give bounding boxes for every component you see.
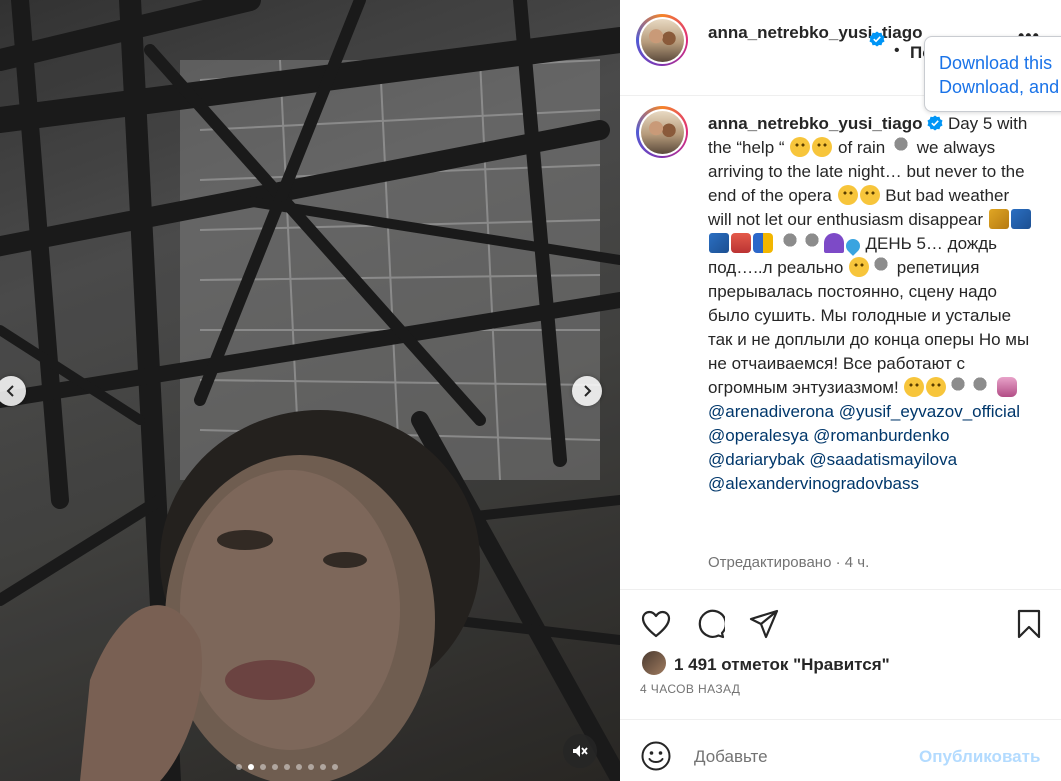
post-time[interactable]: 4 ЧАСОВ НАЗАД [640, 682, 740, 696]
carousel-dot [320, 764, 326, 770]
share-button[interactable] [747, 607, 781, 641]
post-caption: anna_netrebko_yusi_tiago Day 5 with the … [620, 96, 1061, 590]
like-button[interactable] [639, 607, 673, 641]
steam-face-emoji-icon [926, 377, 947, 397]
comment-button[interactable] [693, 607, 727, 641]
comment-icon [698, 609, 725, 639]
header-separator: • [894, 42, 900, 59]
rain-cloud-emoji-icon [948, 377, 969, 397]
drum-emoji-icon [731, 233, 751, 253]
mention-link[interactable]: @dariarybak [708, 450, 805, 469]
storm-cloud-emoji-icon [779, 233, 800, 253]
avatar-photo [640, 18, 684, 62]
weary-face-emoji-icon [904, 377, 925, 397]
verified-badge-icon [927, 115, 943, 131]
publish-button[interactable]: Опубликовать [919, 747, 1040, 767]
caption-text: anna_netrebko_yusi_tiago Day 5 with the … [708, 112, 1036, 496]
bookmark-icon [1017, 609, 1041, 639]
steam-face-emoji-icon [837, 185, 858, 205]
rain-cloud-emoji-icon [801, 233, 822, 253]
carousel-indicator [236, 764, 338, 770]
laughing-face-emoji-icon [849, 257, 870, 277]
storm-cloud-emoji-icon [871, 257, 892, 277]
verified-badge-icon [869, 31, 885, 47]
next-slide-button[interactable] [572, 376, 602, 406]
video-frame [0, 0, 620, 781]
rain-cloud-emoji-icon [891, 137, 911, 157]
post-actions: 1 491 отметок "Нравится" 4 ЧАСОВ НАЗАД [620, 590, 1061, 720]
comment-input[interactable] [694, 744, 904, 770]
save-button[interactable] [1012, 607, 1046, 641]
treble-clef-emoji-icon [709, 233, 729, 253]
trumpet-emoji-icon [988, 209, 1009, 229]
heart-icon [641, 610, 671, 638]
caption-avatar[interactable] [636, 106, 688, 158]
eye-roll-emoji-icon [790, 137, 811, 157]
mute-toggle-button[interactable] [563, 734, 597, 768]
mention-link[interactable]: @alexandervinogradovbass [708, 474, 919, 493]
umbrella-emoji-icon [823, 233, 844, 253]
carousel-dot [332, 764, 338, 770]
mention-link[interactable]: @romanburdenko [813, 426, 949, 445]
treble-clef-emoji-icon [1010, 209, 1031, 229]
carousel-dot [284, 764, 290, 770]
shrug-emoji-icon [997, 377, 1018, 397]
header-username[interactable]: anna_netrebko_yusi_tiago [708, 21, 922, 44]
carousel-dot [296, 764, 302, 770]
caption-segment: of rain [838, 138, 886, 157]
storm-cloud-emoji-icon [970, 377, 991, 397]
mention-link[interactable]: @yusif_eyvazov_official [839, 402, 1020, 421]
avatar[interactable] [636, 14, 688, 66]
liker-avatar[interactable] [640, 649, 668, 677]
volume-muted-icon [573, 745, 588, 757]
post-media[interactable] [0, 0, 620, 781]
share-icon [749, 609, 779, 639]
caption-author[interactable]: anna_netrebko_yusi_tiago [708, 114, 922, 133]
carousel-dot [272, 764, 278, 770]
carousel-dot [260, 764, 266, 770]
confounded-emoji-icon [812, 137, 833, 157]
edited-timestamp: Отредактировано · 4 ч. [708, 554, 870, 571]
popup-line-1[interactable]: Download this [939, 51, 1061, 75]
theater-masks-emoji-icon [753, 233, 773, 253]
mention-link[interactable]: @arenadiverona [708, 402, 834, 421]
mention-link[interactable]: @operalesya [708, 426, 808, 445]
comment-bar: Опубликовать [620, 720, 1061, 781]
mention-link[interactable]: @saadatismayilova [809, 450, 957, 469]
emoji-icon[interactable] [640, 740, 672, 772]
carousel-dot [236, 764, 242, 770]
chevron-right-icon [584, 385, 592, 397]
post-side-panel: anna_netrebko_yusi_tiago • Подписки ••• … [620, 0, 1061, 781]
likes-count[interactable]: 1 491 отметок "Нравится" [674, 655, 890, 675]
avatar-photo [640, 110, 684, 154]
droplets-emoji-icon [842, 236, 863, 256]
carousel-dot-active [248, 764, 254, 770]
weary-face-emoji-icon [859, 185, 880, 205]
chevron-left-icon [6, 385, 14, 397]
carousel-dot [308, 764, 314, 770]
